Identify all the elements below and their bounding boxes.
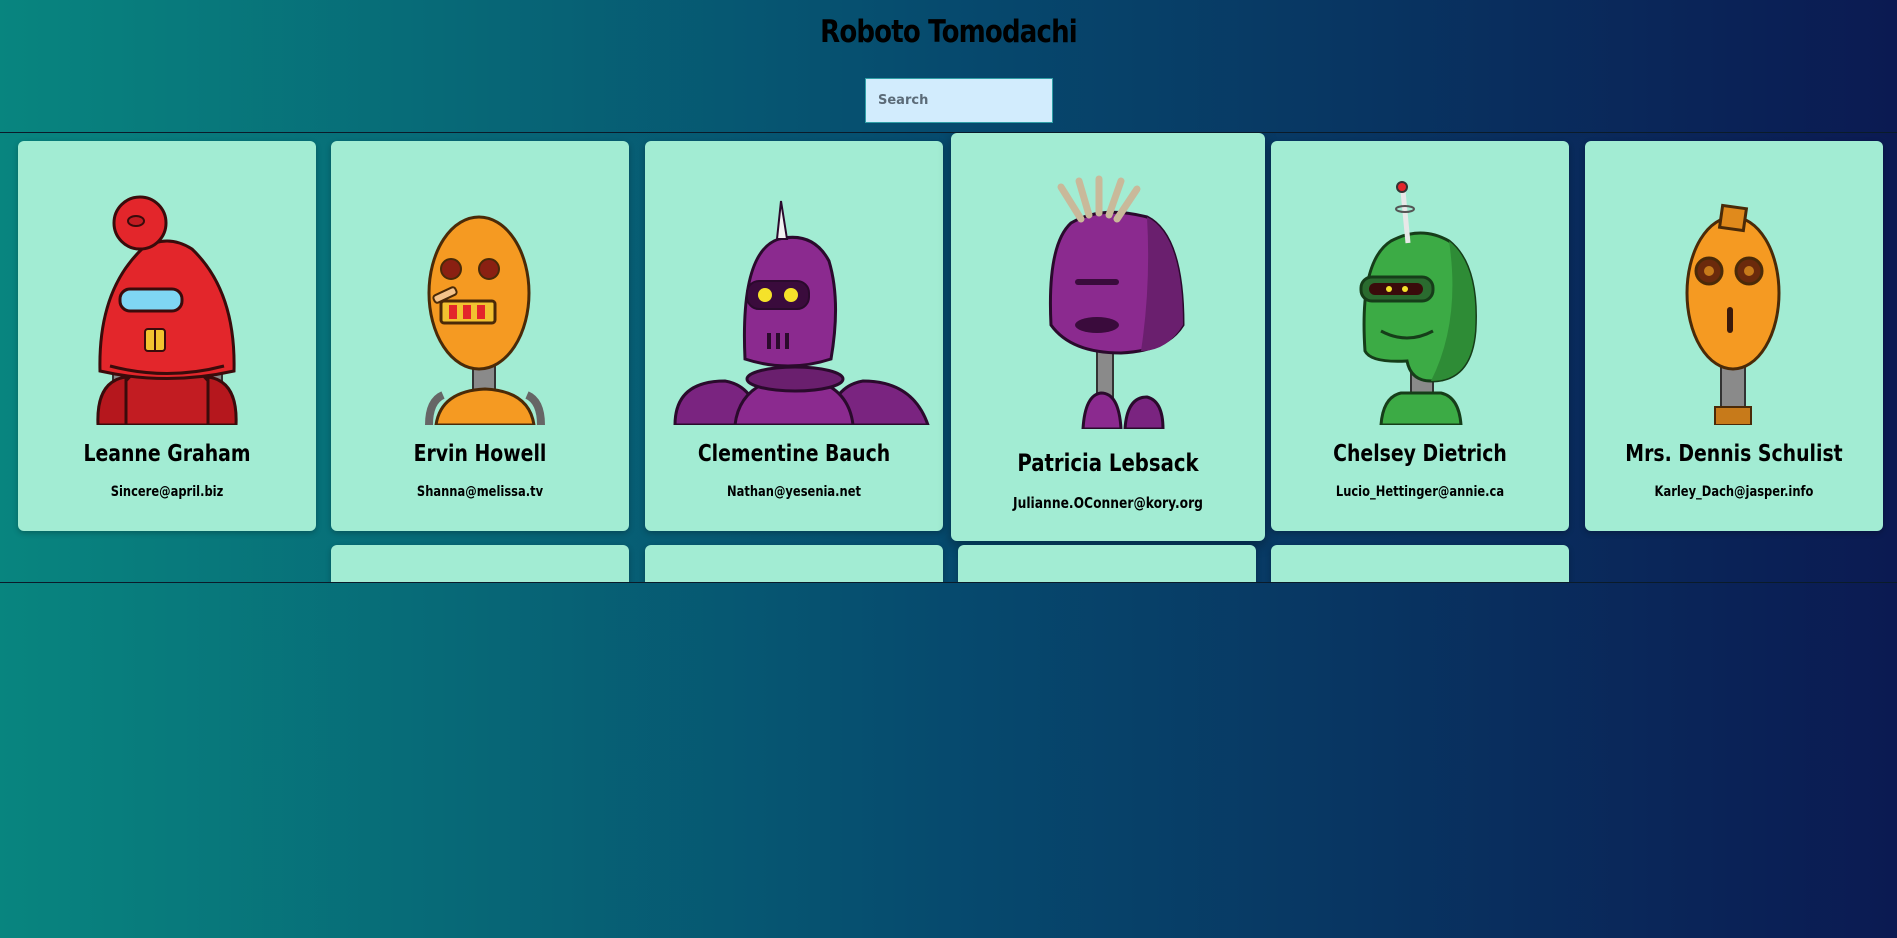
purple-robot-image (1048, 175, 1185, 429)
orange-robot-image (425, 215, 545, 425)
robot-email: Lucio_Hettinger@annie.ca (1335, 484, 1505, 500)
robot-avatar (331, 181, 629, 425)
robot-avatar (951, 175, 1265, 429)
search-input[interactable] (865, 78, 1053, 123)
robot-card[interactable]: Ervin Howell Shanna@melissa.tv (331, 141, 629, 531)
robot-name: Chelsey Dietrich (1333, 441, 1507, 467)
robot-card[interactable]: Chelsey Dietrich Lucio_Hettinger@annie.c… (1271, 141, 1569, 531)
robot-name: Patricia Lebsack (1017, 449, 1199, 477)
robot-name: Ervin Howell (413, 441, 547, 467)
robot-card[interactable] (1271, 545, 1569, 582)
robot-email: Nathan@yesenia.net (727, 484, 861, 500)
robot-card[interactable]: Clementine Bauch Nathan@yesenia.net (645, 141, 943, 531)
robot-avatar (645, 181, 943, 425)
robot-avatar (1585, 181, 1883, 425)
robot-card[interactable] (331, 545, 629, 582)
robot-email: Sincere@april.biz (110, 484, 224, 500)
robot-card[interactable]: Patricia Lebsack Julianne.OConner@kory.o… (951, 133, 1265, 541)
page-title: Roboto Tomodachi (820, 14, 1078, 50)
orange-robot-image (1685, 203, 1781, 425)
robot-avatar (1271, 181, 1569, 425)
robot-email: Julianne.OConner@kory.org (1012, 494, 1203, 512)
robot-card[interactable]: Leanne Graham Sincere@april.biz (18, 141, 316, 531)
robot-card[interactable]: Mrs. Dennis Schulist Karley_Dach@jasper.… (1585, 141, 1883, 531)
purple-robot-image (673, 200, 930, 425)
robot-card[interactable] (645, 545, 943, 582)
robot-name: Mrs. Dennis Schulist (1625, 441, 1843, 467)
green-robot-image (1359, 181, 1477, 425)
robot-name: Clementine Bauch (697, 441, 891, 467)
red-robot-image (96, 195, 238, 425)
robot-avatar (18, 181, 316, 425)
robot-card[interactable] (958, 545, 1256, 582)
robot-name: Leanne Graham (83, 441, 251, 467)
robot-card-list[interactable]: Leanne Graham Sincere@april.biz Ervin Ho… (0, 132, 1897, 583)
robot-email: Shanna@melissa.tv (416, 484, 544, 500)
robot-email: Karley_Dach@jasper.info (1654, 484, 1814, 500)
